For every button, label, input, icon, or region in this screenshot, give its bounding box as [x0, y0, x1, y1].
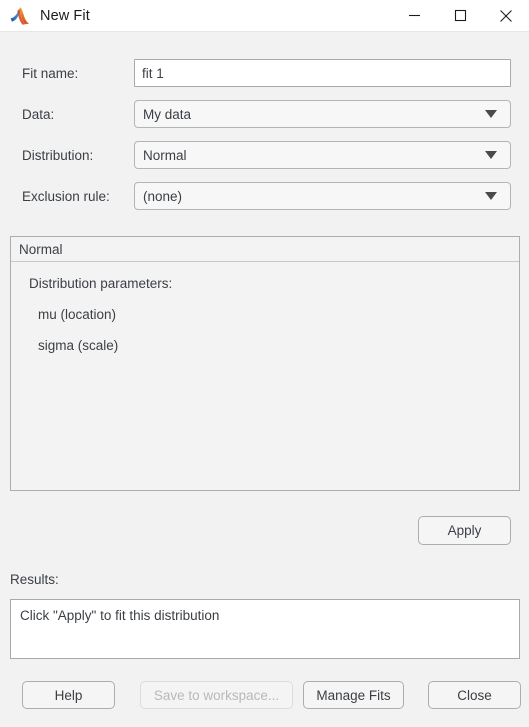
save-to-workspace-button: Save to workspace...	[140, 681, 293, 709]
chevron-down-icon	[485, 110, 497, 118]
close-button[interactable]	[483, 0, 529, 31]
window-title: New Fit	[40, 7, 90, 24]
exclusion-rule-dropdown-value: (none)	[143, 188, 183, 204]
results-label: Results:	[10, 572, 59, 587]
chevron-down-icon	[485, 151, 497, 159]
results-output-box[interactable]: Click "Apply" to fit this distribution	[10, 599, 520, 659]
title-bar: New Fit	[0, 0, 529, 31]
fit-name-input[interactable]	[134, 59, 511, 87]
titlebar-divider	[0, 31, 529, 32]
close-icon	[500, 9, 512, 22]
fit-name-label: Fit name:	[22, 66, 79, 81]
distribution-dropdown-value: Normal	[143, 147, 187, 163]
distribution-panel-header: Normal	[11, 237, 519, 262]
minimize-icon	[408, 14, 420, 17]
close-dialog-button[interactable]: Close	[428, 681, 521, 709]
distribution-label: Distribution:	[22, 148, 94, 163]
data-dropdown-value: My data	[143, 106, 192, 122]
data-dropdown[interactable]: My data	[134, 100, 511, 128]
distribution-parameters-label: Distribution parameters:	[29, 276, 173, 291]
distribution-info-panel: Normal Distribution parameters: mu (loca…	[10, 236, 520, 491]
distribution-parameter-item: sigma (scale)	[38, 338, 119, 353]
exclusion-rule-dropdown[interactable]: (none)	[134, 182, 511, 210]
distribution-parameter-item: mu (location)	[38, 307, 117, 322]
manage-fits-button[interactable]: Manage Fits	[303, 681, 404, 709]
distribution-panel-title: Normal	[19, 241, 63, 257]
chevron-down-icon	[485, 192, 497, 200]
results-text: Click "Apply" to fit this distribution	[20, 608, 220, 623]
window-controls	[391, 0, 529, 31]
distribution-panel-body: Distribution parameters: mu (location) s…	[11, 262, 519, 353]
maximize-icon	[454, 9, 466, 22]
apply-button[interactable]: Apply	[418, 516, 511, 545]
exclusion-rule-label: Exclusion rule:	[22, 189, 110, 204]
help-button[interactable]: Help	[22, 681, 115, 709]
matlab-membrane-icon	[10, 6, 30, 25]
distribution-dropdown[interactable]: Normal	[134, 141, 511, 169]
maximize-button[interactable]	[437, 0, 483, 31]
data-label: Data:	[22, 107, 55, 122]
minimize-button[interactable]	[391, 0, 437, 31]
